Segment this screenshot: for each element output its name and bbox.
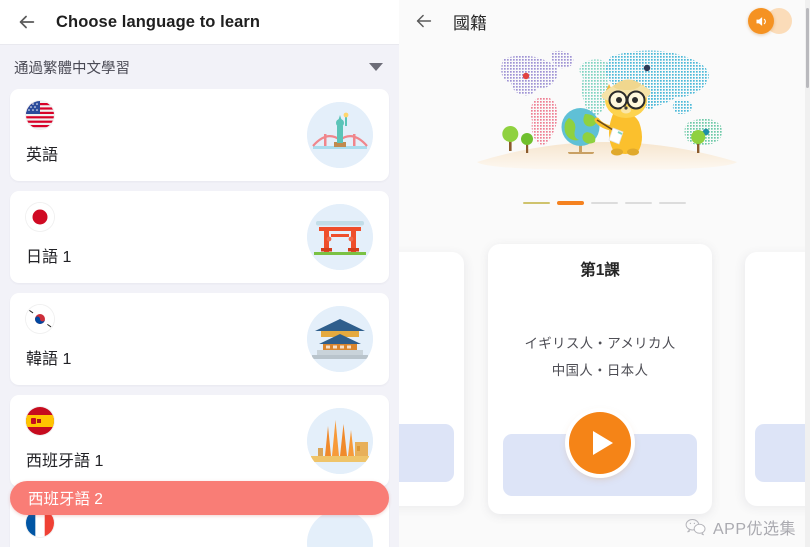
world-map-globe-mascot-illustration (399, 44, 810, 194)
lesson-title: 國籍 (453, 13, 487, 33)
list-item[interactable]: 西班牙語 1 (10, 395, 389, 487)
wechat-icon (685, 518, 707, 536)
list-item-label: 英語 (26, 147, 59, 164)
list-item[interactable]: 韓語 1 (10, 293, 389, 385)
sagrada-familia-icon (307, 408, 373, 474)
left-panel-choose-language: Choose language to learn 通過繁體中文學習 英語 日語 … (0, 0, 399, 547)
watermark-text: APP优选集 (712, 521, 796, 538)
progress-dash (625, 201, 652, 205)
right-panel-lesson: 國籍 第1課 イギリス人・アメリカ人 中国人・日本人 APP优选集 (399, 0, 810, 547)
lesson-card-line: イギリス人・アメリカ人 (524, 336, 676, 351)
scrollbar-thumb[interactable] (806, 8, 809, 88)
lesson-progress-dashes (399, 198, 810, 208)
flag-es-icon (26, 407, 54, 435)
progress-dash-active (557, 201, 584, 205)
arrow-left-icon[interactable] (411, 8, 437, 34)
lesson-card-previous[interactable]: 上 (399, 252, 464, 506)
chevron-down-icon (369, 63, 383, 71)
list-item-label: 日語 1 (26, 249, 72, 266)
lesson-card-carousel: 上 〜 第1課 イギリス人・アメリカ人 中国人・日本人 (399, 240, 810, 530)
arrow-left-icon[interactable] (14, 9, 40, 35)
list-item[interactable]: 英語 (10, 89, 389, 181)
sound-toggle[interactable] (748, 6, 792, 36)
flag-jp-icon (26, 203, 54, 231)
flag-kr-icon (26, 305, 54, 333)
play-button[interactable] (569, 412, 631, 474)
list-item-label: 韓語 1 (26, 351, 72, 368)
progress-dash (591, 201, 618, 205)
play-icon (593, 431, 613, 455)
watermark: APP优选集 (685, 515, 796, 539)
source-language-label: 通過繁體中文學習 (14, 60, 130, 77)
lesson-card-title: 第1課 (580, 262, 620, 279)
statue-of-liberty-icon (307, 102, 373, 168)
lesson-card-next[interactable]: 〜 (745, 252, 810, 506)
flag-us-icon (26, 101, 54, 129)
source-language-dropdown[interactable]: 通過繁體中文學習 (0, 45, 399, 89)
list-item[interactable]: 日語 1 (10, 191, 389, 283)
page-title: Choose language to learn (56, 12, 261, 31)
highlight-label: 西班牙語 2 (28, 491, 103, 508)
left-appbar: Choose language to learn (0, 0, 399, 45)
lesson-card-line: 中国人・日本人 (551, 363, 649, 378)
list-item-label: 西班牙語 1 (26, 453, 104, 470)
progress-dash (659, 201, 686, 205)
eiffel-tower-icon (307, 510, 373, 547)
app-root: Choose language to learn 通過繁體中文學習 英語 日語 … (0, 0, 810, 547)
gyeongbokgung-palace-icon (307, 306, 373, 372)
lesson-card-current[interactable]: 第1課 イギリス人・アメリカ人 中国人・日本人 (488, 244, 712, 514)
language-list: 英語 日語 1 韓語 1 西班牙語 1 (0, 89, 399, 547)
peek-audio-strip (755, 424, 810, 482)
progress-dash (523, 201, 550, 205)
status-badge-selected-course[interactable]: 西班牙語 2 (10, 481, 389, 515)
speaker-on-icon[interactable] (748, 8, 774, 34)
torii-gate-icon (307, 204, 373, 270)
peek-audio-strip (399, 424, 454, 482)
right-appbar: 國籍 (399, 0, 810, 42)
lesson-card-body: イギリス人・アメリカ人 中国人・日本人 (488, 330, 712, 384)
